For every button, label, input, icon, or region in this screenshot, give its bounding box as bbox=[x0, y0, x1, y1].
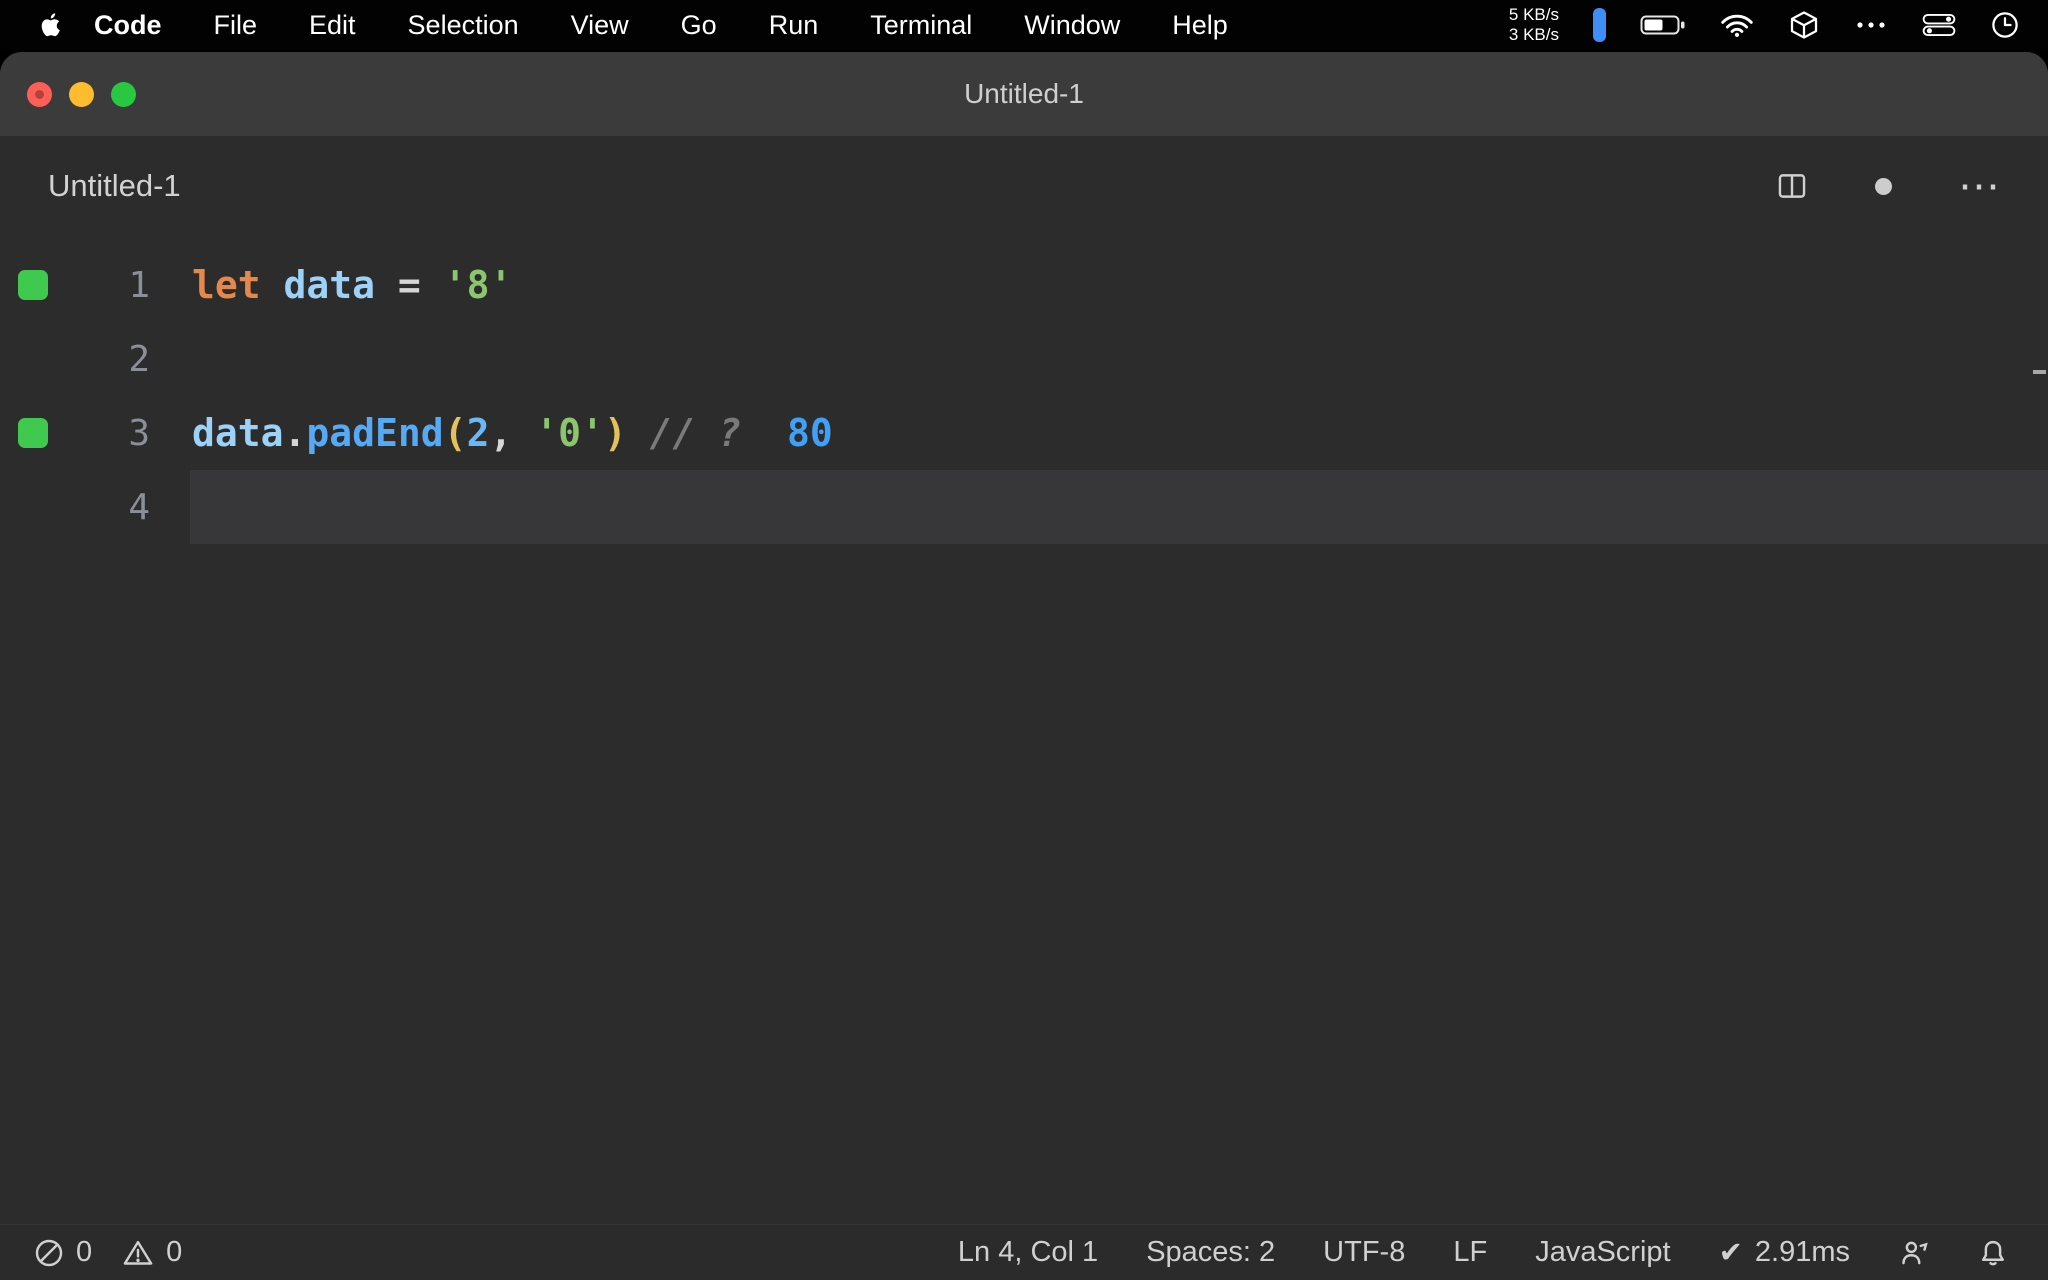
unsaved-changes-dot-icon[interactable] bbox=[1875, 177, 1892, 195]
gutter-line-1 bbox=[0, 270, 70, 300]
token-operator: , bbox=[489, 411, 536, 455]
token-string: '0' bbox=[535, 411, 604, 455]
encoding-status[interactable]: UTF-8 bbox=[1323, 1236, 1405, 1269]
menu-item-go[interactable]: Go bbox=[655, 10, 743, 41]
token-operator: . bbox=[283, 411, 307, 455]
vscode-window: Untitled-1 Untitled-1 ⋯ 1 let data = '8' bbox=[0, 52, 2048, 1280]
window-titlebar[interactable]: Untitled-1 bbox=[0, 52, 2048, 136]
menu-item-run[interactable]: Run bbox=[743, 10, 845, 41]
line-number-1: 1 bbox=[128, 264, 150, 306]
token-quokka-comment: // ? bbox=[649, 411, 742, 455]
window-title: Untitled-1 bbox=[964, 78, 1084, 109]
overview-ruler-mark bbox=[2033, 370, 2046, 374]
warnings-status[interactable]: 0 bbox=[122, 1236, 182, 1269]
battery-icon[interactable] bbox=[1640, 13, 1686, 37]
menu-item-code[interactable]: Code bbox=[94, 10, 188, 41]
check-icon: ✔ bbox=[1718, 1237, 1743, 1269]
menu-item-window[interactable]: Window bbox=[998, 10, 1146, 41]
line-number-2: 2 bbox=[128, 338, 150, 380]
window-controls bbox=[27, 52, 136, 136]
close-button[interactable] bbox=[27, 81, 52, 107]
feedback-icon[interactable] bbox=[1898, 1238, 1930, 1268]
code-line-3[interactable]: 3 data.padEnd(2, '0') // ? 80 bbox=[0, 396, 2048, 470]
split-editor-icon[interactable] bbox=[1775, 169, 1809, 203]
indentation-status[interactable]: Spaces: 2 bbox=[1146, 1236, 1275, 1269]
token-function: padEnd bbox=[306, 411, 444, 455]
menu-item-edit[interactable]: Edit bbox=[283, 10, 382, 41]
language-mode-status[interactable]: JavaScript bbox=[1535, 1236, 1670, 1269]
error-count: 0 bbox=[76, 1236, 93, 1268]
quokka-coverage-icon bbox=[18, 418, 48, 448]
token-number: 2 bbox=[466, 411, 490, 455]
apple-menu-icon[interactable] bbox=[38, 10, 64, 40]
eol-status[interactable]: LF bbox=[1453, 1236, 1487, 1269]
code-text-line-3: data.padEnd(2, '0') // ? 80 bbox=[192, 411, 833, 455]
quokka-status[interactable]: ✔ 2.91ms bbox=[1719, 1235, 1850, 1270]
minimize-button[interactable] bbox=[69, 81, 94, 107]
editor-tab-title: Untitled-1 bbox=[48, 168, 181, 203]
token-keyword: let bbox=[192, 263, 261, 307]
more-menu-icon[interactable] bbox=[1854, 19, 1888, 31]
menu-item-selection[interactable]: Selection bbox=[382, 10, 545, 41]
errors-status[interactable]: 0 bbox=[34, 1236, 92, 1269]
cube-app-icon[interactable] bbox=[1788, 9, 1820, 41]
status-bar: 0 0 Ln 4, Col 1 Spaces: 2 UTF-8 LF JavaS… bbox=[0, 1224, 2048, 1280]
network-upload-speed: 5 KB/s bbox=[1508, 5, 1559, 24]
menu-item-terminal[interactable]: Terminal bbox=[844, 10, 998, 41]
network-speed-indicator[interactable]: 5 KB/s 3 KB/s bbox=[1509, 5, 1559, 45]
code-line-2[interactable]: 2 bbox=[0, 322, 2048, 396]
quokka-time: 2.91ms bbox=[1754, 1236, 1850, 1268]
control-center-icon[interactable] bbox=[1922, 13, 1956, 37]
code-editor[interactable]: 1 let data = '8' 2 3 data.padEnd(2, '0')… bbox=[0, 236, 2048, 1224]
menu-item-file[interactable]: File bbox=[188, 10, 284, 41]
cursor-position-status[interactable]: Ln 4, Col 1 bbox=[958, 1236, 1098, 1269]
warning-count: 0 bbox=[166, 1236, 183, 1268]
line-number-3: 3 bbox=[128, 412, 150, 454]
menu-item-help[interactable]: Help bbox=[1146, 10, 1254, 41]
token-string: '8' bbox=[443, 263, 513, 307]
token-variable: data bbox=[192, 411, 284, 455]
token-variable: data bbox=[283, 263, 376, 307]
macos-menubar: Code File Edit Selection View Go Run Ter… bbox=[0, 0, 2048, 50]
token-bracket: ( bbox=[443, 411, 467, 455]
more-actions-icon[interactable]: ⋯ bbox=[1958, 165, 2002, 207]
quokka-inline-value: 80 bbox=[786, 411, 833, 455]
notifications-bell-icon[interactable] bbox=[1978, 1238, 2008, 1268]
token-bracket: ) bbox=[603, 411, 627, 455]
code-line-1[interactable]: 1 let data = '8' bbox=[0, 248, 2048, 322]
line-number-4: 4 bbox=[128, 486, 150, 528]
clock-icon[interactable] bbox=[1990, 10, 2020, 40]
network-monitor-icon[interactable] bbox=[1593, 8, 1606, 42]
editor-header: Untitled-1 ⋯ bbox=[0, 136, 2048, 236]
quokka-coverage-icon bbox=[18, 270, 48, 300]
token-operator: = bbox=[375, 263, 444, 307]
wifi-icon[interactable] bbox=[1720, 12, 1754, 38]
code-line-4-current[interactable]: 4 bbox=[0, 470, 2048, 544]
zoom-button[interactable] bbox=[111, 81, 136, 107]
network-download-speed: 3 KB/s bbox=[1508, 25, 1559, 44]
menu-item-view[interactable]: View bbox=[545, 10, 655, 41]
gutter-line-3 bbox=[0, 418, 70, 448]
code-text-line-1: let data = '8' bbox=[192, 263, 512, 307]
